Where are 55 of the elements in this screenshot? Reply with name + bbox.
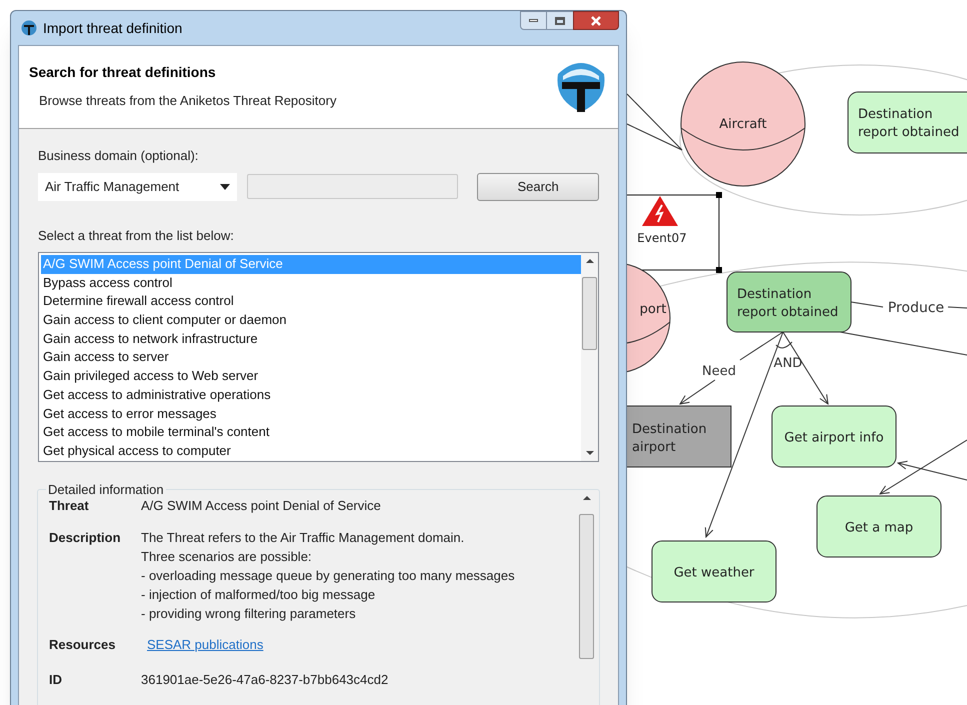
detail-label: Description	[49, 528, 122, 547]
close-icon	[591, 16, 601, 26]
threat-list-item[interactable]: Bypass access control	[41, 274, 581, 292]
resource-label: Destination airport	[632, 422, 707, 455]
app-icon	[21, 20, 37, 36]
field-label: Select a threat from the list below:	[38, 226, 235, 244]
field-label: Business domain (optional):	[38, 147, 200, 165]
connector-line	[850, 302, 884, 308]
threat-list-item[interactable]: Get access to mobile terminal's content	[41, 423, 581, 442]
header-subtitle: Browse threats from the Aniketos Threat Repository	[39, 92, 336, 110]
actor-label: port	[640, 302, 666, 317]
resources-link[interactable]: SESAR publications	[147, 634, 264, 654]
detail-value: - overloading message queue by generating too many messages	[141, 566, 515, 584]
warning-icon	[642, 196, 678, 226]
connector-line	[948, 306, 967, 308]
and-arc	[776, 342, 792, 348]
detail-value: A/G SWIM Access point Denial of Service	[141, 497, 381, 515]
edge-label: Produce	[888, 300, 944, 316]
threat-list-item[interactable]: Gain access to network infrastructure	[41, 330, 581, 348]
header-title: Search for threat definitions	[29, 63, 217, 82]
threat-list-item[interactable]: Get physical access to computer	[41, 442, 581, 461]
goal-label: Destination report obtained	[737, 287, 838, 320]
threat-list-item[interactable]: Gain access to server	[41, 348, 581, 368]
detail-value: - providing wrong filtering parameters	[141, 604, 357, 622]
threat-list-item[interactable]: Gain privileged access to Web server	[41, 367, 581, 386]
selection-handle	[716, 192, 722, 198]
threat-list-item[interactable]: Determine firewall access control	[41, 292, 581, 312]
scrollbar[interactable]	[581, 253, 598, 461]
goal-label: Get airport info	[784, 430, 884, 446]
window-title: Import threat definition	[43, 18, 182, 38]
goal-label: Get weather	[674, 566, 754, 580]
edge-label: AND	[774, 356, 802, 371]
search-button[interactable]: Search	[477, 172, 599, 200]
detail-label: Resources	[49, 636, 116, 654]
threat-list-item[interactable]: Gain access to client computer or daemon	[41, 311, 581, 330]
goal-label: Get a map	[844, 520, 914, 536]
detail-value: - injection of malformed/too big message	[141, 586, 376, 604]
detail-label: ID	[49, 671, 63, 689]
caret-icon	[220, 184, 230, 190]
close-button[interactable]	[573, 11, 619, 30]
goal-label: Destination report obtained	[858, 107, 960, 140]
selection-handle	[716, 267, 722, 273]
detail-value: Three scenarios are possible:	[141, 548, 313, 566]
actor-label: Aircraft	[719, 117, 767, 132]
event-label: Event07	[637, 231, 687, 245]
maximize-button[interactable]	[547, 11, 573, 30]
minimize-button[interactable]	[520, 11, 547, 30]
detail-label: Threat	[49, 497, 90, 515]
threat-list-item[interactable]: Get access to administrative operations	[41, 386, 581, 404]
edge-label: Need	[702, 364, 736, 379]
search-field[interactable]	[247, 174, 458, 199]
domain-dropdown[interactable]: Air Traffic Management	[38, 172, 238, 200]
threat-list-item[interactable]: Get access to error messages	[41, 404, 581, 424]
detail-value: 361901ae-5e26-47a6-8237-b7bb643c4cd2	[141, 671, 388, 689]
detail-value: The Threat refers to the Air Traffic Management domain.	[141, 528, 466, 546]
